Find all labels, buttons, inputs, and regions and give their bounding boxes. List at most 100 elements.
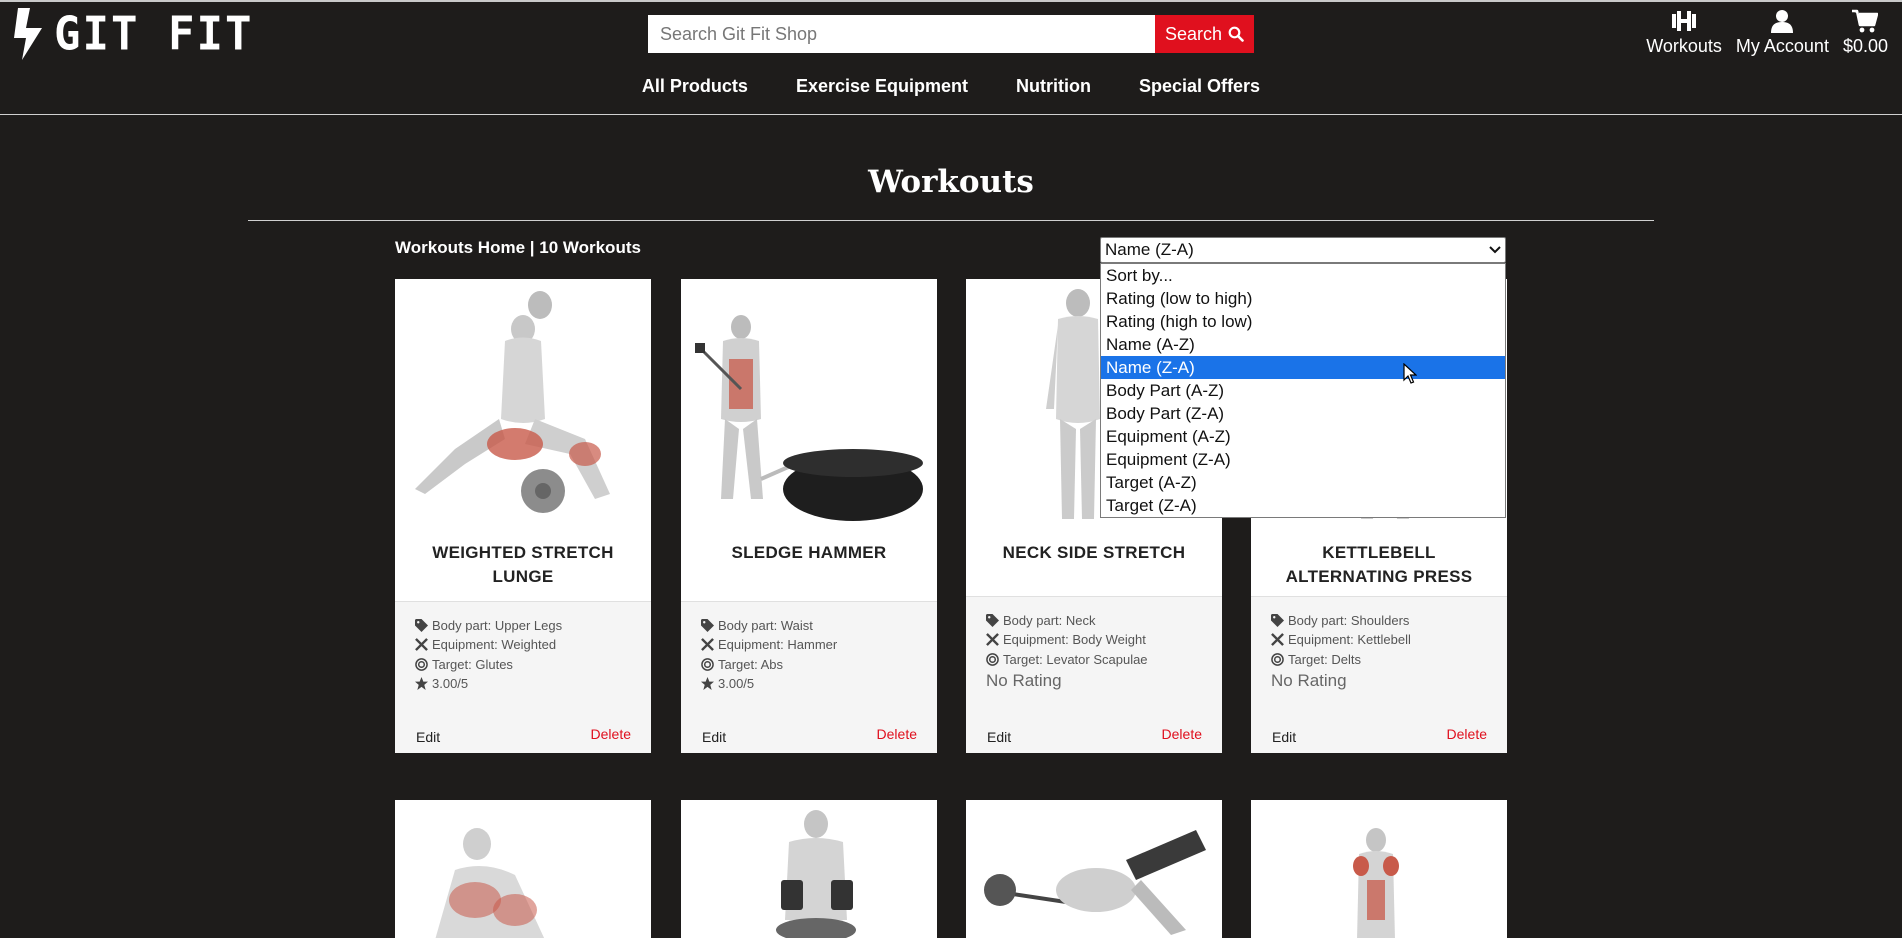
sort-option[interactable]: Sort by... xyxy=(1101,264,1505,287)
user-icon xyxy=(1771,10,1794,33)
workout-card-partial[interactable] xyxy=(1251,800,1507,938)
my-account-link[interactable]: My Account xyxy=(1736,8,1829,57)
delete-link[interactable]: Delete xyxy=(1162,726,1202,742)
nav-special-offers[interactable]: Special Offers xyxy=(1115,72,1284,101)
workout-details: Body part: Waist Equipment: Hammer Targe… xyxy=(681,601,937,753)
workout-name[interactable]: WEIGHTED STRETCH LUNGE xyxy=(405,541,641,589)
page-title: Workouts xyxy=(868,164,1034,200)
equipment-text: Equipment: Hammer xyxy=(718,637,838,652)
sort-option[interactable]: Equipment (A-Z) xyxy=(1101,425,1505,448)
main-nav: All Products Exercise Equipment Nutritio… xyxy=(0,72,1902,101)
target-text: Target: Glutes xyxy=(432,657,513,672)
target-icon xyxy=(415,658,428,671)
sort-option[interactable]: Target (A-Z) xyxy=(1101,471,1505,494)
delete-link[interactable]: Delete xyxy=(591,726,631,742)
edit-link[interactable]: Edit xyxy=(702,729,726,745)
target-row: Target: Delts xyxy=(1271,652,1361,667)
body-part-text: Body part: Upper Legs xyxy=(432,618,563,633)
workout-name[interactable]: KETTLEBELL ALTERNATING PRESS xyxy=(1261,541,1497,589)
dumbbell-icon xyxy=(1672,11,1697,31)
workout-card[interactable]: SLEDGE HAMMER Body part: Waist Equipment… xyxy=(681,279,937,753)
lightning-bolt-icon xyxy=(14,8,42,60)
star-icon xyxy=(415,677,428,690)
workout-card-partial[interactable] xyxy=(966,800,1222,938)
edit-link[interactable]: Edit xyxy=(416,729,440,745)
workout-image xyxy=(681,279,937,529)
sort-option[interactable]: Equipment (Z-A) xyxy=(1101,448,1505,471)
workouts-label: Workouts xyxy=(1646,36,1722,56)
rating-text: No Rating xyxy=(1271,671,1347,690)
workout-details: Body part: Shoulders Equipment: Kettlebe… xyxy=(1251,596,1507,753)
rating-text: 3.00/5 xyxy=(718,676,755,691)
rating-row: 3.00/5 xyxy=(415,676,468,691)
star-icon xyxy=(701,677,714,690)
breadcrumb: Workouts Home | 10 Workouts xyxy=(395,238,641,257)
edit-link[interactable]: Edit xyxy=(987,729,1011,745)
search-button-label: Search xyxy=(1164,23,1223,44)
body-part-text: Body part: Neck xyxy=(1003,613,1096,628)
mouse-cursor-icon xyxy=(1403,363,1417,384)
site-logo[interactable]: GIT FIT xyxy=(12,6,253,62)
tools-icon xyxy=(986,633,999,646)
search-bar: Search xyxy=(648,15,1254,53)
target-row: Target: Glutes xyxy=(415,657,513,672)
tag-icon xyxy=(986,614,999,627)
target-text: Target: Delts xyxy=(1288,652,1361,667)
body-part-row: Body part: Upper Legs xyxy=(415,618,562,633)
nav-all-products[interactable]: All Products xyxy=(618,72,772,101)
target-text: Target: Levator Scapulae xyxy=(1003,652,1148,667)
cart-link[interactable]: $0.00 xyxy=(1843,8,1888,57)
delete-link[interactable]: Delete xyxy=(1447,726,1487,742)
workout-image xyxy=(1353,828,1399,938)
equipment-row: Equipment: Hammer xyxy=(701,637,837,652)
target-icon xyxy=(701,658,714,671)
search-input[interactable] xyxy=(648,15,1155,53)
sort-option[interactable]: Body Part (A-Z) xyxy=(1101,379,1505,402)
workout-image xyxy=(435,828,545,938)
workout-card-partial[interactable] xyxy=(395,800,651,938)
header-divider xyxy=(0,114,1902,115)
workout-name[interactable]: SLEDGE HAMMER xyxy=(691,541,927,565)
chevron-down-icon xyxy=(1489,246,1501,254)
sort-option[interactable]: Rating (high to low) xyxy=(1101,310,1505,333)
sort-select[interactable]: Name (Z-A) xyxy=(1100,237,1506,263)
cart-total: $0.00 xyxy=(1842,36,1888,56)
sort-option[interactable]: Body Part (Z-A) xyxy=(1101,402,1505,425)
workout-card-partial[interactable] xyxy=(681,800,937,938)
rating-text: 3.00/5 xyxy=(432,676,469,691)
tag-icon xyxy=(701,619,714,632)
body-part-text: Body part: Waist xyxy=(718,618,813,633)
workout-card[interactable]: WEIGHTED STRETCH LUNGE Body part: Upper … xyxy=(395,279,651,753)
edit-link[interactable]: Edit xyxy=(1272,729,1296,745)
equipment-text: Equipment: Weighted xyxy=(432,637,557,652)
search-button[interactable]: Search xyxy=(1155,15,1254,53)
workout-details: Body part: Upper Legs Equipment: Weighte… xyxy=(395,601,651,753)
body-part-row: Body part: Shoulders xyxy=(1271,613,1409,628)
header-actions: Workouts My Account $0.00 xyxy=(1646,8,1888,57)
body-part-row: Body part: Neck xyxy=(986,613,1096,628)
nav-nutrition[interactable]: Nutrition xyxy=(992,72,1115,101)
equipment-row: Equipment: Kettlebell xyxy=(1271,632,1411,647)
workout-details: Body part: Neck Equipment: Body Weight T… xyxy=(966,596,1222,753)
sort-option[interactable]: Name (A-Z) xyxy=(1101,333,1505,356)
sort-option[interactable]: Rating (low to high) xyxy=(1101,287,1505,310)
cart-icon xyxy=(1852,9,1879,33)
sort-options-list: Sort by... Rating (low to high) Rating (… xyxy=(1100,263,1506,518)
my-account-label: My Account xyxy=(1735,36,1829,56)
workout-image xyxy=(776,810,856,938)
target-row: Target: Abs xyxy=(701,657,783,672)
workout-name[interactable]: NECK SIDE STRETCH xyxy=(976,541,1212,565)
target-row: Target: Levator Scapulae xyxy=(986,652,1148,667)
body-part-text: Body part: Shoulders xyxy=(1288,613,1410,628)
target-icon xyxy=(986,653,999,666)
sort-option-highlighted[interactable]: Name (Z-A) xyxy=(1101,356,1505,379)
tools-icon xyxy=(415,638,428,651)
rating-row: 3.00/5 xyxy=(701,676,754,691)
search-icon xyxy=(1228,26,1244,42)
nav-exercise-equipment[interactable]: Exercise Equipment xyxy=(772,72,992,101)
sort-option[interactable]: Target (Z-A) xyxy=(1101,494,1505,517)
equipment-text: Equipment: Body Weight xyxy=(1003,632,1146,647)
workouts-link[interactable]: Workouts xyxy=(1646,8,1722,57)
tag-icon xyxy=(1271,614,1284,627)
delete-link[interactable]: Delete xyxy=(877,726,917,742)
